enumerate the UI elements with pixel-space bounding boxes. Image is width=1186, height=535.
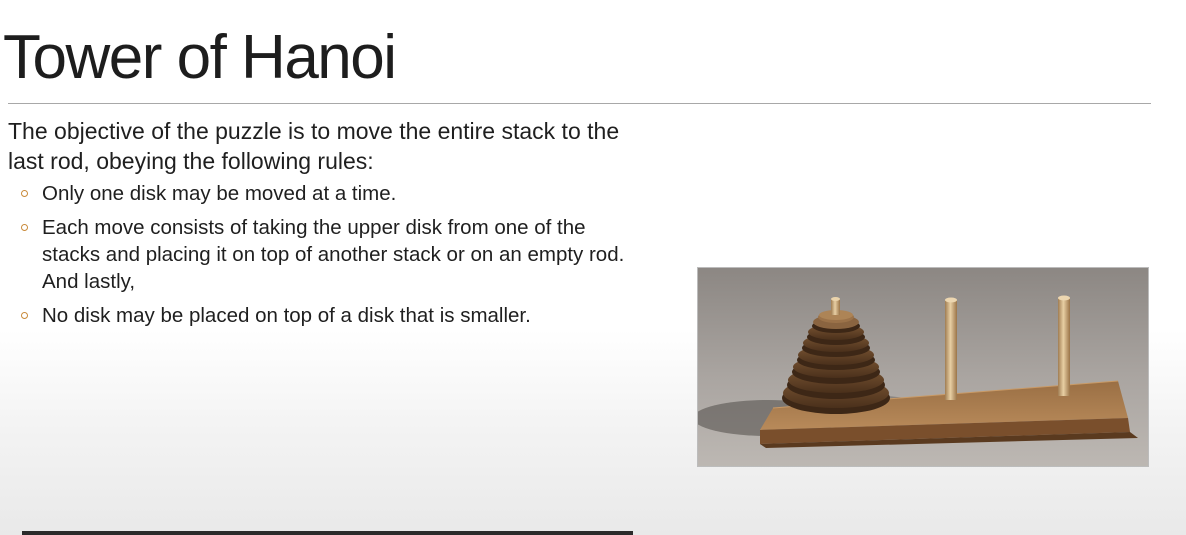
intro-paragraph: The objective of the puzzle is to move t…	[8, 118, 620, 174]
tower-of-hanoi-photo	[697, 267, 1149, 467]
rule-text: Each move consists of taking the upper d…	[42, 216, 625, 293]
video-progress-bar[interactable]	[22, 531, 633, 535]
rule-text: Only one disk may be moved at a time.	[42, 182, 397, 205]
rule-item: No disk may be placed on top of a disk t…	[8, 302, 648, 329]
slide-title: Tower of Hanoi	[3, 23, 397, 92]
circle-bullet-icon	[21, 312, 28, 319]
title-divider	[8, 103, 1151, 104]
slide-body: The objective of the puzzle is to move t…	[8, 116, 648, 336]
rule-item: Only one disk may be moved at a time.	[8, 180, 648, 207]
rule-item: Each move consists of taking the upper d…	[8, 214, 648, 295]
rules-list: Only one disk may be moved at a time. Ea…	[8, 180, 648, 329]
rule-text: No disk may be placed on top of a disk t…	[42, 304, 531, 327]
circle-bullet-icon	[21, 190, 28, 197]
circle-bullet-icon	[21, 224, 28, 231]
